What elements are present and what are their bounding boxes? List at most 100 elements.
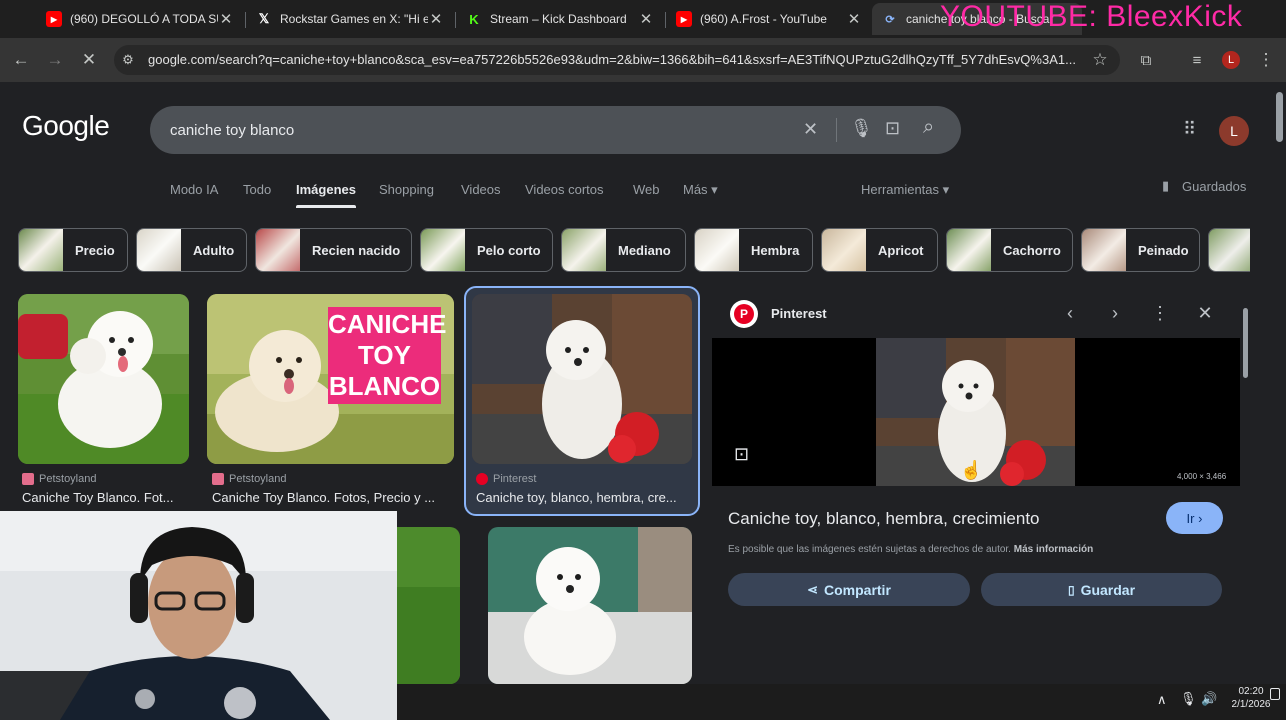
clear-search-icon[interactable]: ✕ [803,119,818,140]
account-avatar[interactable]: L [1219,116,1249,146]
image-dimensions: 4,000 × 3,466 [1177,472,1227,481]
profile-avatar[interactable]: L [1222,51,1240,69]
tab-youtube-afrost[interactable]: ▶ (960) A.Frost - YouTube ✕ [666,3,872,35]
share-icon: ⋖ [807,581,818,597]
chip-label: Apricot [878,242,924,258]
nav-tab-web[interactable]: Web [633,182,660,197]
result-source-2[interactable]: Petstoyland [212,473,286,485]
system-clock[interactable]: 02:20 2/1/2026 [1229,686,1273,710]
url-text[interactable]: google.com/search?q=caniche+toy+blanco&s… [148,52,1088,67]
result-caption-2[interactable]: Caniche Toy Blanco. Fotos, Precio y ... [212,490,454,505]
chip-thumbnail [421,229,465,271]
result-image-4[interactable] [396,527,460,684]
close-icon[interactable]: ✕ [638,10,654,28]
close-icon[interactable]: ✕ [428,10,444,28]
browser-tab-strip: ▶ (960) DEGOLLÓ A TODA SU ✕ 𝕏 Rockstar G… [0,0,1286,38]
chip-apricot[interactable]: Apricot [821,228,938,272]
extensions-icon[interactable]: ⧉ [1134,48,1158,72]
result-image-5[interactable] [488,527,692,684]
copyright-text: Es posible que las imágenes estén sujeta… [728,544,1011,555]
chip-thumbnail [1082,229,1126,271]
more-options-icon[interactable]: ⋮ [1148,303,1172,324]
result-image-1[interactable] [18,294,189,464]
next-arrow-icon[interactable]: › [1103,303,1127,324]
panel-scrollbar[interactable] [1240,294,1250,664]
chip-pelo-corto[interactable]: Pelo corto [420,228,553,272]
image-overlay-text: CANICHE TOY BLANCO [328,309,446,402]
result-image-3[interactable] [472,294,692,464]
nav-tab-todo[interactable]: Todo [243,182,271,197]
chip-label: Peinado [1138,242,1189,258]
result-source-1[interactable]: Petstoyland [22,473,96,485]
chip-cachorro[interactable]: Cachorro [946,228,1073,272]
kick-icon: K [469,11,479,27]
nav-tab-imagenes[interactable]: Imágenes [296,182,356,197]
forward-arrow-icon[interactable]: → [43,48,67,72]
pinterest-logo-mark: P [734,304,754,324]
tab-kick-dashboard[interactable]: K Stream – Kick Dashboard ✕ [456,3,664,35]
chip-thumbnail [562,229,606,271]
chip-label: Cachorro [1003,242,1061,258]
google-logo[interactable]: Google [22,110,110,142]
search-input[interactable]: caniche toy blanco [170,122,294,139]
page-scrollbar[interactable] [1273,84,1286,684]
back-arrow-icon[interactable]: ← [9,48,33,72]
search-icon[interactable]: ⌕ [923,116,934,139]
voice-search-icon[interactable]: 🎙 [850,118,873,139]
save-button[interactable]: ▯ Guardar [981,573,1222,606]
preview-title[interactable]: Caniche toy, blanco, hembra, crecimiento [728,509,1040,529]
nav-tab-shopping[interactable]: Shopping [379,182,434,197]
microphone-icon[interactable]: 🎙 [1180,691,1197,707]
overlay-line: TOY [358,340,411,370]
result-image-2[interactable]: CANICHE TOY BLANCO [207,294,454,464]
tools-button[interactable]: Herramientas ▾ [861,182,949,198]
stop-loading-icon[interactable]: ✕ [77,48,101,72]
panel-scrollbar-thumb[interactable] [1243,308,1248,378]
chip-mediano[interactable]: Mediano [561,228,686,272]
reading-list-icon[interactable]: ≡ [1185,48,1209,72]
chip-label: Precio [75,242,115,258]
kebab-menu-icon[interactable]: ⋮ [1254,48,1278,72]
chip-recien-nacido[interactable]: Recien nacido [255,228,412,272]
chip-precio[interactable]: Precio [18,228,128,272]
volume-icon[interactable]: 🔊 [1201,691,1217,707]
lens-search-icon[interactable]: ⊡ [885,118,900,139]
chip-peinado[interactable]: Peinado [1081,228,1200,272]
chip-hembra[interactable]: Hembra [694,228,813,272]
close-preview-icon[interactable]: ✕ [1193,303,1217,324]
more-info-link[interactable]: Más información [1014,544,1093,555]
nav-tab-videos-cortos[interactable]: Videos cortos [525,182,604,197]
page-scrollbar-thumb[interactable] [1276,92,1283,142]
share-button[interactable]: ⋖ Compartir [728,573,970,606]
nav-tab-mas[interactable]: Más ▾ [683,182,718,198]
result-source-3[interactable]: Pinterest [476,473,536,485]
result-caption-3[interactable]: Caniche toy, blanco, hembra, cre... [476,490,690,505]
bookmark-icon: ▮ [1162,178,1170,193]
chip-adulto[interactable]: Adulto [136,228,247,272]
nav-tab-videos[interactable]: Videos [461,182,501,197]
saved-button[interactable]: Guardados [1182,179,1246,194]
chip-label: Recien nacido [312,242,401,258]
petstoyland-icon [212,473,224,485]
source-name: Petstoyland [229,473,287,485]
close-icon[interactable]: ✕ [218,10,234,28]
active-tab-indicator [296,205,356,208]
apps-grid-icon[interactable]: ⠿ [1183,119,1196,140]
bookmark-star-icon[interactable]: ☆ [1088,48,1112,72]
previous-arrow-icon[interactable]: ‹ [1058,303,1082,324]
site-info-icon[interactable]: ⚙ [116,48,140,72]
notification-icon[interactable] [1270,688,1280,700]
preview-source[interactable]: Pinterest [771,306,827,321]
chevron-up-icon[interactable]: ∧ [1157,692,1167,708]
tab-youtube-degollo[interactable]: ▶ (960) DEGOLLÓ A TODA SU ✕ [36,3,244,35]
chip-partial[interactable] [1208,228,1250,272]
grass-photo [396,527,460,684]
bookmark-icon: ▯ [1067,582,1075,597]
nav-tab-modo-ia[interactable]: Modo IA [170,182,218,197]
copyright-notice: Es posible que las imágenes estén sujeta… [728,544,1093,555]
tab-rockstar-x[interactable]: 𝕏 Rockstar Games en X: "Hi ev ✕ [246,3,454,35]
visit-button[interactable]: Ir › [1166,502,1223,534]
lens-search-icon[interactable]: ⊡ [734,444,749,465]
close-icon[interactable]: ✕ [846,10,862,28]
result-caption-1[interactable]: Caniche Toy Blanco. Fot... [22,490,190,505]
